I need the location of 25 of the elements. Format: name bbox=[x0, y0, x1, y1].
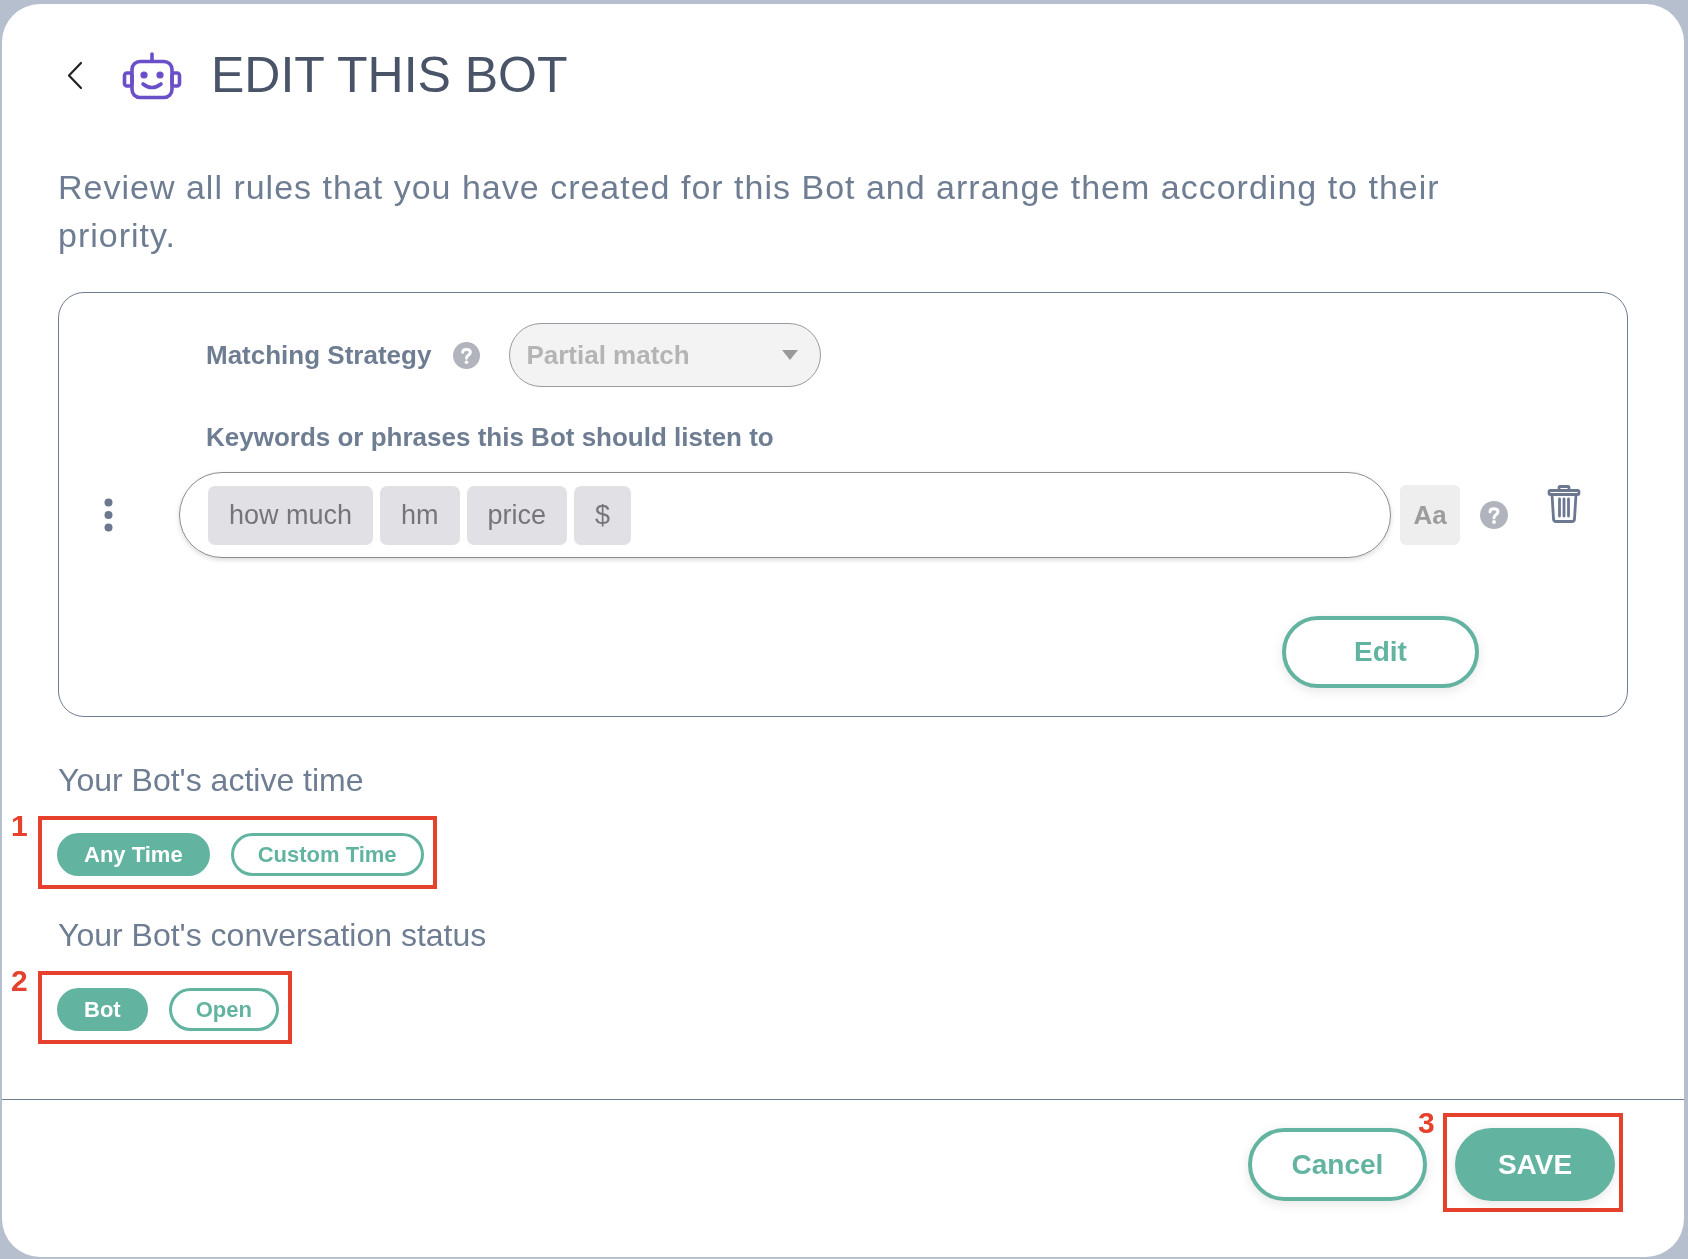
option-toggle[interactable]: Bot bbox=[57, 988, 148, 1031]
vertical-dots-icon[interactable] bbox=[104, 498, 113, 532]
case-toggle[interactable]: Aa bbox=[1400, 485, 1460, 545]
keyword-tag[interactable]: price bbox=[466, 485, 568, 545]
annotation-number: 2 bbox=[11, 966, 28, 996]
robot-icon bbox=[122, 51, 182, 100]
trash-icon[interactable] bbox=[1547, 485, 1581, 523]
caret-icon bbox=[782, 350, 799, 360]
matching-strategy-dropdown: Partial match bbox=[509, 323, 822, 387]
field-label: Matching Strategy bbox=[206, 339, 432, 371]
edit-button[interactable]: Edit bbox=[1282, 616, 1479, 688]
option-toggle[interactable]: Any Time bbox=[57, 833, 210, 876]
option-toggle[interactable]: Open bbox=[168, 988, 279, 1031]
back-icon[interactable] bbox=[66, 61, 84, 90]
keyword-tag[interactable]: $ bbox=[574, 485, 632, 545]
keyword-tag[interactable]: how much bbox=[208, 485, 374, 545]
page-description: Review all rules that you have created for this Bot and arrange them according to their priority. bbox=[58, 167, 1441, 256]
keyword-tag[interactable]: hm bbox=[380, 485, 460, 545]
option-toggle[interactable]: Custom Time bbox=[230, 833, 424, 876]
annotation-number: 1 bbox=[11, 811, 28, 841]
save-button[interactable]: SAVE bbox=[1455, 1128, 1615, 1201]
section-heading: Your Bot's active time bbox=[58, 761, 364, 799]
field-label: Keywords or phrases this Bot should listen to bbox=[206, 421, 774, 453]
section-heading: Your Bot's conversation status bbox=[58, 916, 487, 954]
page-title: EDIT THIS BOT bbox=[211, 48, 568, 103]
